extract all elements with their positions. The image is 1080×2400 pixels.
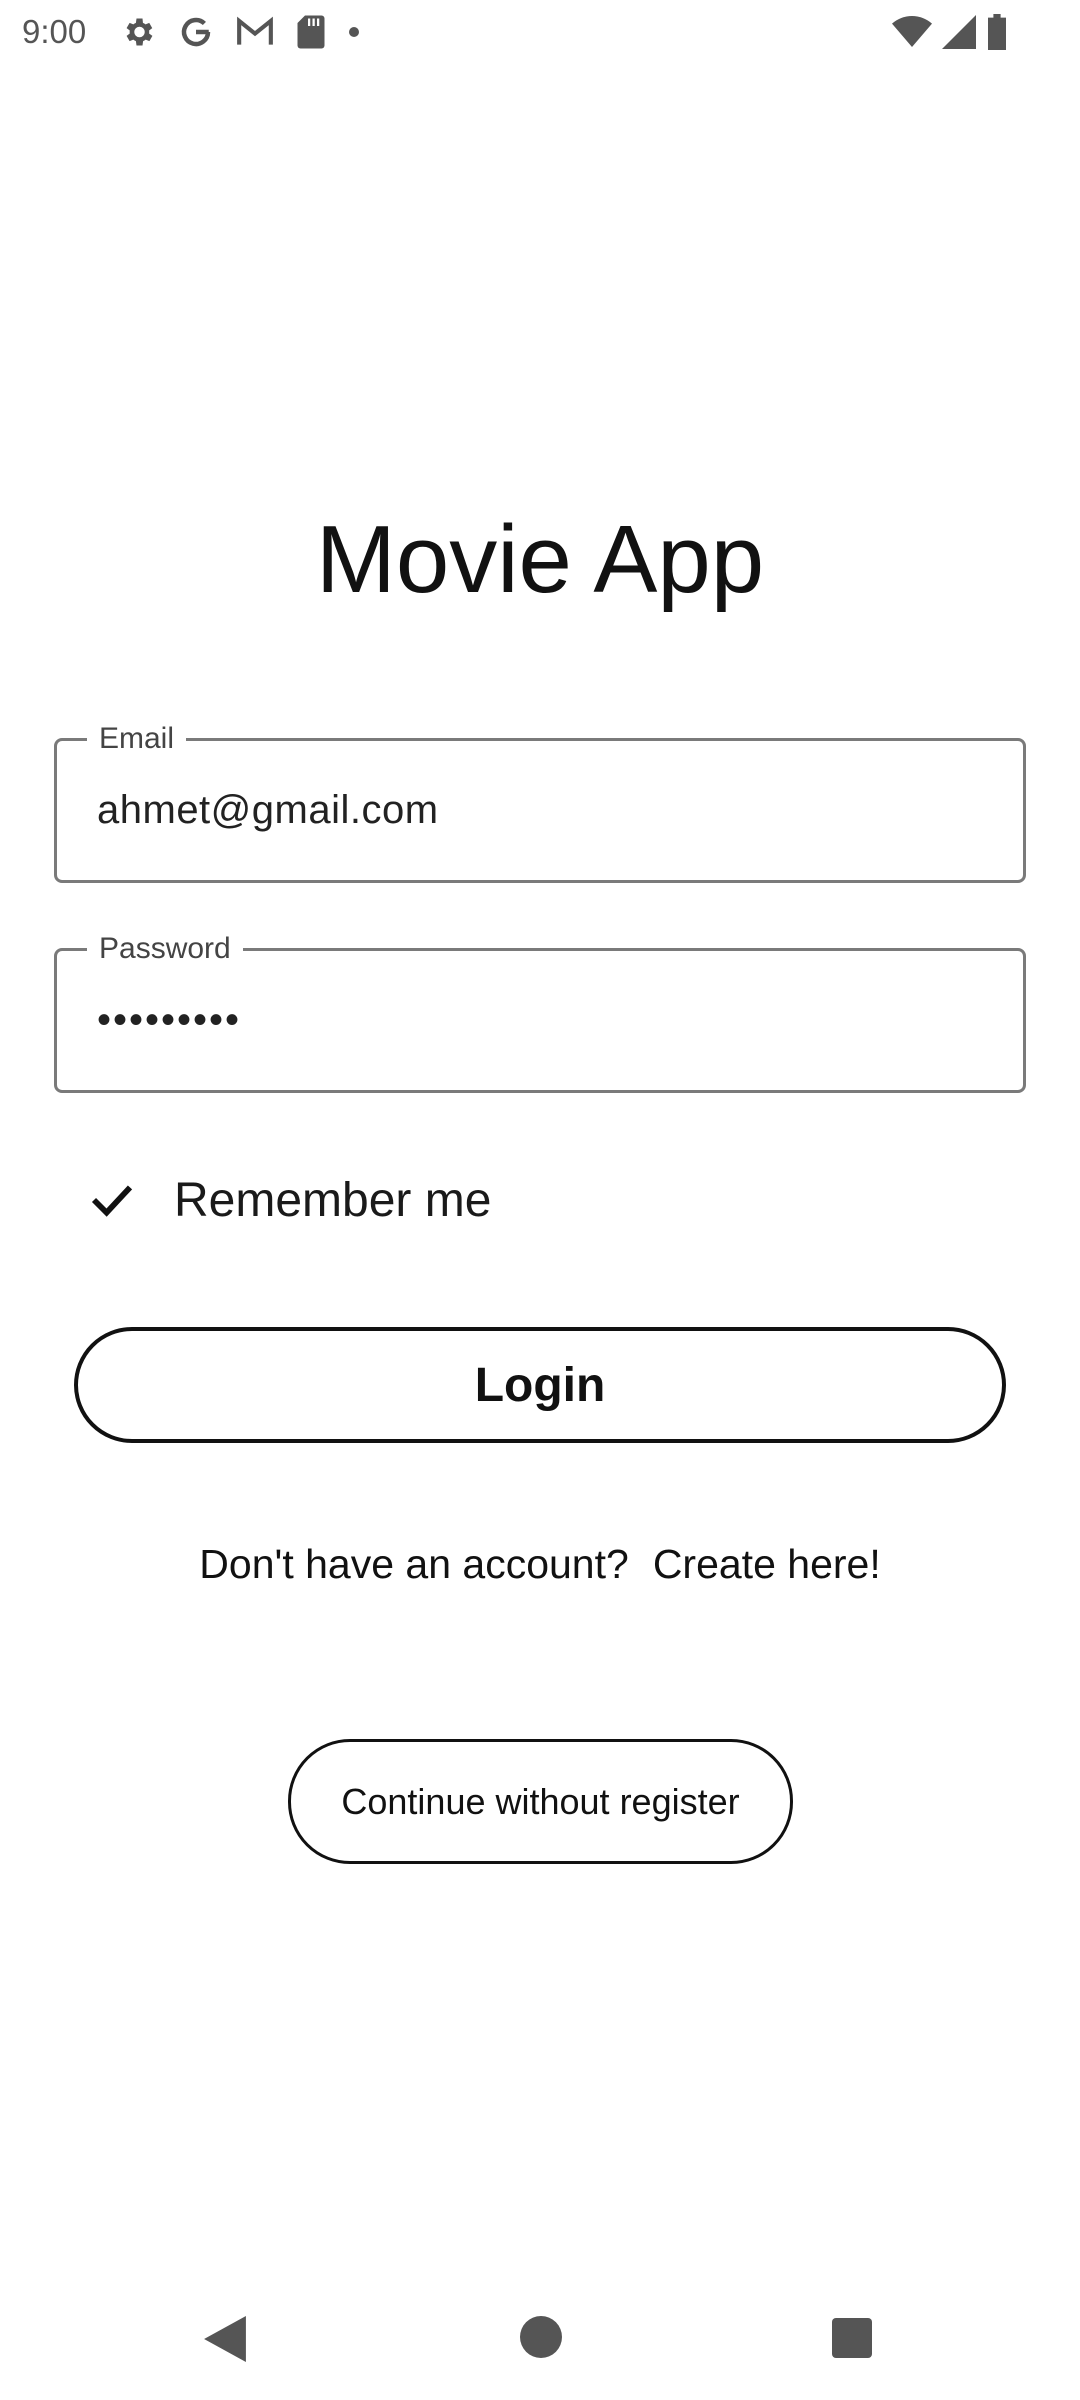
email-field[interactable]: Email bbox=[54, 719, 1026, 883]
register-row: Don't have an account? Create here! bbox=[0, 1536, 1080, 1592]
checkmark-icon[interactable] bbox=[90, 1182, 134, 1218]
remember-me-checkbox[interactable]: Remember me bbox=[90, 1160, 491, 1240]
create-account-link[interactable]: Create here! bbox=[653, 1541, 881, 1587]
cell-signal-icon bbox=[942, 15, 976, 49]
login-button[interactable]: Login bbox=[74, 1327, 1006, 1443]
email-input[interactable] bbox=[97, 741, 977, 880]
register-prompt: Don't have an account? bbox=[199, 1541, 629, 1587]
continue-without-register-button[interactable]: Continue without register bbox=[288, 1739, 793, 1864]
password-input[interactable]: ••••••••• bbox=[97, 951, 241, 1090]
sd-card-icon bbox=[296, 14, 326, 50]
recents-icon[interactable] bbox=[832, 2318, 872, 2358]
app-title: Movie App bbox=[315, 506, 765, 613]
wifi-icon bbox=[892, 15, 932, 49]
battery-icon bbox=[986, 14, 1008, 50]
back-icon[interactable] bbox=[204, 2316, 246, 2362]
dot-icon bbox=[348, 26, 360, 38]
gmail-icon bbox=[236, 16, 274, 48]
remember-me-label: Remember me bbox=[174, 1173, 492, 1227]
status-bar: 9:00 bbox=[0, 0, 1080, 64]
system-icons bbox=[892, 12, 1008, 52]
home-icon[interactable] bbox=[520, 2316, 562, 2358]
google-icon bbox=[178, 14, 214, 50]
password-field[interactable]: Password ••••••••• bbox=[54, 929, 1026, 1093]
navigation-bar bbox=[0, 2300, 1080, 2380]
settings-icon bbox=[120, 14, 156, 50]
notification-icons bbox=[120, 12, 360, 52]
status-time: 9:00 bbox=[22, 13, 87, 50]
